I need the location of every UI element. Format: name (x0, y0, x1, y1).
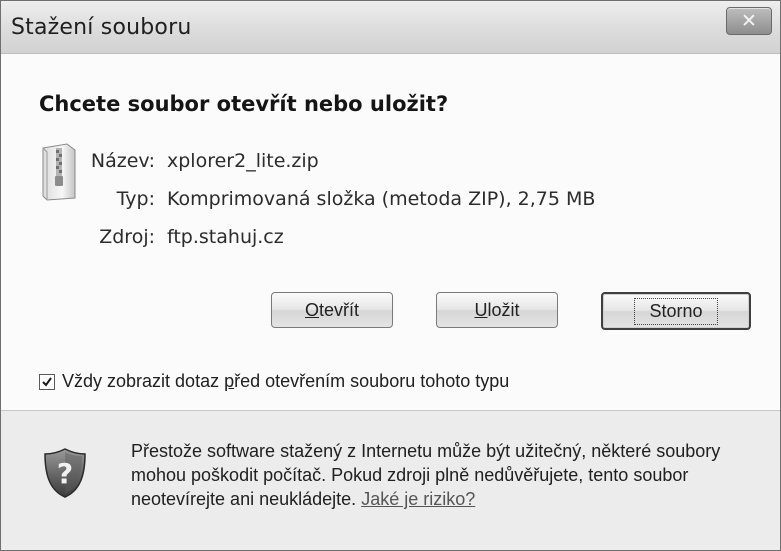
always-ask-checkbox[interactable] (39, 373, 55, 390)
file-type-label: Typ: (116, 188, 155, 210)
close-icon: ✕ (741, 10, 757, 32)
open-button[interactable]: Otevřít (271, 292, 393, 328)
save-button-label: Uložit (474, 300, 519, 321)
save-button[interactable]: Uložit (436, 292, 558, 328)
open-accel-key: O (304, 299, 319, 320)
file-name-label: Název: (90, 150, 155, 172)
checkmark-icon (42, 376, 52, 387)
file-type-value: Komprimovaná složka (metoda ZIP), 2,75 M… (167, 188, 596, 210)
security-warning: Přestože software stažený z Internetu mů… (131, 439, 751, 511)
download-dialog: Stažení souboru ✕ Chcete soubor otevřít … (0, 0, 781, 551)
dialog-content: Chcete soubor otevřít nebo uložit? Název… (1, 54, 780, 411)
always-ask-label-post: řed otevřením souboru tohoto typu (234, 371, 510, 391)
always-ask-accel-key: p (224, 371, 235, 391)
title-bar: Stažení souboru ✕ (1, 1, 780, 54)
question-heading: Chcete soubor otevřít nebo uložit? (39, 92, 449, 116)
save-accel-key: U (474, 299, 488, 320)
file-source-value: ftp.stahuj.cz (167, 226, 284, 248)
file-name-value: xplorer2_lite.zip (167, 150, 319, 172)
window-title: Stažení souboru (11, 15, 192, 40)
open-label-rest: tevřít (319, 299, 360, 320)
always-ask-label[interactable]: Vždy zobrazit dotaz před otevřením soubo… (62, 371, 509, 392)
always-ask-label-pre: Vždy zobrazit dotaz (62, 371, 225, 391)
warning-footer: ? Přestože software stažený z Internetu … (1, 411, 780, 550)
cancel-button-label: Storno (634, 297, 718, 325)
save-label-rest: ložit (487, 299, 520, 320)
open-button-label: Otevřít (305, 300, 359, 321)
svg-text:?: ? (57, 457, 73, 490)
risk-help-link[interactable]: Jaké je riziko? (361, 489, 475, 509)
always-ask-row: Vždy zobrazit dotaz před otevřením soubo… (39, 371, 509, 392)
file-source-label: Zdroj: (99, 226, 155, 248)
cancel-button[interactable]: Storno (601, 292, 751, 330)
security-shield-question-icon: ? (44, 448, 86, 498)
close-button[interactable]: ✕ (726, 7, 772, 35)
